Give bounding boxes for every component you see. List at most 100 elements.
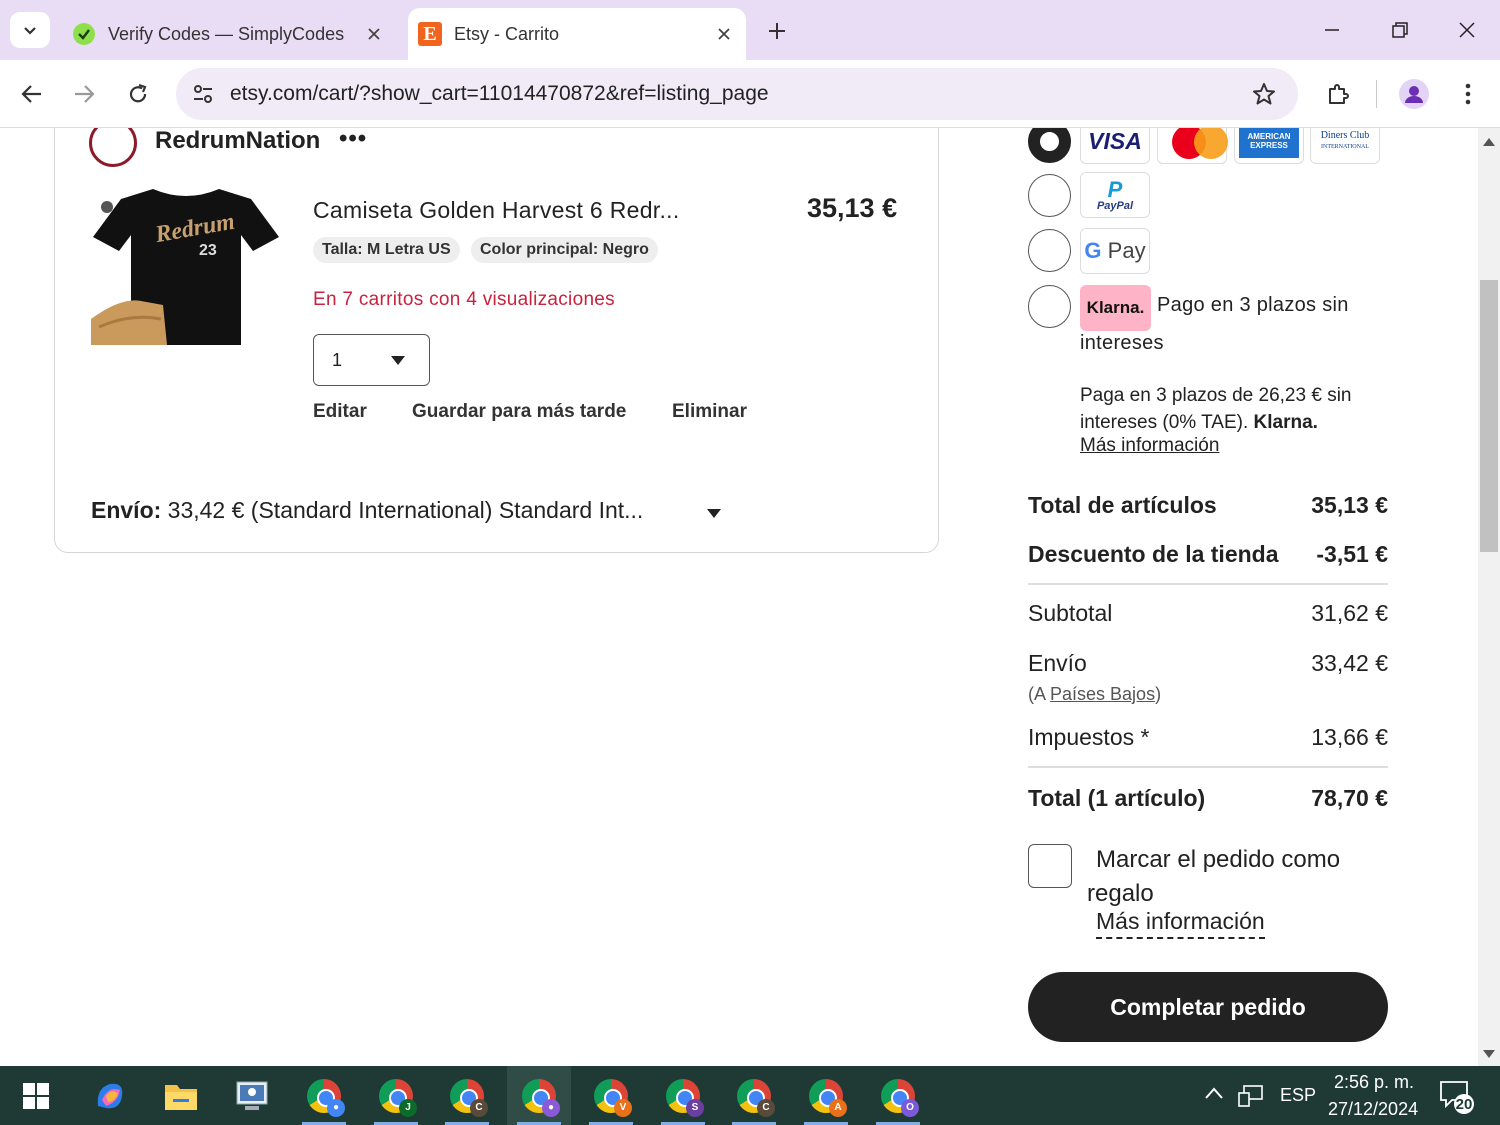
klarna-more-info-link[interactable]: Más información bbox=[1080, 435, 1219, 457]
destination-country-link[interactable]: Países Bajos bbox=[1050, 684, 1155, 704]
kebab-menu-icon bbox=[1465, 83, 1471, 105]
folder-icon bbox=[165, 1084, 197, 1110]
network-icon[interactable] bbox=[1238, 1084, 1264, 1113]
close-icon[interactable] bbox=[710, 20, 738, 48]
tab-simplycodes[interactable]: Verify Codes — SimplyCodes bbox=[60, 8, 396, 60]
items-total-value: 35,13 € bbox=[1311, 492, 1388, 518]
profile-avatar-icon bbox=[1399, 79, 1429, 109]
caret-down-icon[interactable] bbox=[707, 509, 721, 518]
site-settings-icon[interactable] bbox=[180, 71, 226, 117]
subtotal-row: Subtotal 31,62 € bbox=[1028, 600, 1388, 626]
variation-chip-color: Color principal: Negro bbox=[471, 237, 658, 263]
chrome-window-1[interactable]: ● bbox=[292, 1066, 356, 1125]
start-button[interactable] bbox=[4, 1066, 68, 1125]
url-text[interactable]: etsy.com/cart/?show_cart=11014470872&ref… bbox=[230, 82, 1244, 106]
chrome-icon: ● bbox=[307, 1078, 345, 1117]
chrome-window-6[interactable]: S bbox=[651, 1066, 715, 1125]
notification-center-button[interactable]: 20 bbox=[1438, 1078, 1474, 1114]
klarna-description: Paga en 3 plazos de 26,23 € sin interese… bbox=[1080, 385, 1352, 433]
close-icon[interactable] bbox=[360, 20, 388, 48]
scroll-up-arrow-icon[interactable] bbox=[1483, 138, 1495, 146]
chrome-window-5[interactable]: V bbox=[579, 1066, 643, 1125]
save-for-later-link[interactable]: Guardar para más tarde bbox=[412, 401, 626, 423]
scrollbar-thumb[interactable] bbox=[1480, 280, 1498, 552]
product-image[interactable]: Redrum 23 bbox=[91, 189, 281, 345]
windows-taskbar: ● J C ● V S C A O ESP 2:56 p. m. 27/12/2… bbox=[0, 1066, 1500, 1125]
show-hidden-icons-button[interactable] bbox=[1204, 1086, 1224, 1105]
chevron-down-icon bbox=[24, 27, 36, 35]
tab-title: Verify Codes — SimplyCodes bbox=[108, 23, 345, 44]
chrome-window-3[interactable]: C bbox=[435, 1066, 499, 1125]
complete-order-button[interactable]: Completar pedido bbox=[1028, 972, 1388, 1042]
file-explorer-button[interactable] bbox=[149, 1066, 213, 1125]
order-total-value: 78,70 € bbox=[1311, 785, 1388, 811]
gift-more-info-link[interactable]: Más información bbox=[1096, 908, 1265, 939]
amex-icon: AMERICAN EXPRESS bbox=[1239, 128, 1299, 158]
close-icon bbox=[1459, 22, 1475, 38]
quantity-value: 1 bbox=[332, 349, 343, 370]
language-indicator[interactable]: ESP bbox=[1280, 1085, 1316, 1106]
forward-button[interactable] bbox=[64, 74, 104, 114]
klarna-option-title[interactable]: Pago en 3 plazos sin bbox=[1157, 294, 1349, 317]
summary-divider bbox=[1028, 583, 1388, 585]
copilot-button[interactable] bbox=[78, 1066, 142, 1125]
chrome-window-active[interactable]: ● bbox=[507, 1066, 571, 1125]
puzzle-icon bbox=[1329, 84, 1349, 104]
chrome-window-2[interactable]: J bbox=[364, 1066, 428, 1125]
chrome-icon: C bbox=[737, 1078, 775, 1117]
etsy-cart-page: RedrumNation ••• Redrum 23 Camiseta Gold… bbox=[0, 128, 1478, 1066]
chrome-window-8[interactable]: A bbox=[794, 1066, 858, 1125]
chrome-icon: C bbox=[450, 1078, 488, 1117]
item-title[interactable]: Camiseta Golden Harvest 6 Redr... bbox=[313, 197, 680, 224]
chrome-window-7[interactable]: C bbox=[722, 1066, 786, 1125]
radio-klarna[interactable] bbox=[1028, 285, 1071, 328]
clock-time[interactable]: 2:56 p. m. bbox=[1334, 1072, 1414, 1093]
remove-link[interactable]: Eliminar bbox=[672, 401, 747, 423]
chrome-icon: J bbox=[379, 1078, 417, 1117]
plus-icon bbox=[769, 23, 785, 39]
page-scrollbar[interactable] bbox=[1478, 128, 1500, 1066]
shop-more-options[interactable]: ••• bbox=[339, 128, 367, 153]
back-button[interactable] bbox=[12, 74, 52, 114]
new-tab-button[interactable] bbox=[762, 16, 792, 46]
radio-card-payment[interactable] bbox=[1028, 128, 1071, 163]
quantity-select[interactable]: 1 bbox=[313, 334, 430, 386]
shipping-destination: (A Países Bajos) bbox=[1028, 684, 1162, 704]
radio-google-pay[interactable] bbox=[1028, 229, 1071, 272]
shop-discount-row: Descuento de la tienda -3,51 € bbox=[1028, 541, 1388, 567]
klarna-logo: Klarna. bbox=[1080, 285, 1151, 331]
simplycodes-icon bbox=[72, 22, 96, 46]
gift-checkbox-label[interactable]: Marcar el pedido como regalo bbox=[1087, 843, 1387, 911]
chrome-window-9[interactable]: O bbox=[866, 1066, 930, 1125]
diners-club-logo: Diners Club INTERNATIONAL bbox=[1310, 128, 1380, 164]
reload-button[interactable] bbox=[118, 74, 158, 114]
edit-link[interactable]: Editar bbox=[313, 401, 367, 423]
shipping-value: 33,42 € (Standard International) Standar… bbox=[167, 497, 644, 523]
address-bar[interactable]: etsy.com/cart/?show_cart=11014470872&ref… bbox=[176, 68, 1298, 120]
shipping-option-select[interactable]: Envío: 33,42 € (Standard International) … bbox=[91, 497, 643, 524]
bookmark-star-icon[interactable] bbox=[1244, 74, 1284, 114]
tab-etsy-cart[interactable]: E Etsy - Carrito bbox=[408, 8, 746, 60]
taxes-value: 13,66 € bbox=[1311, 724, 1388, 750]
scroll-down-arrow-icon[interactable] bbox=[1483, 1050, 1495, 1058]
shop-logo[interactable] bbox=[89, 128, 137, 167]
gift-checkbox[interactable] bbox=[1028, 844, 1072, 888]
amex-logo: AMERICAN EXPRESS bbox=[1234, 128, 1304, 164]
paypal-logo: P PayPal bbox=[1080, 172, 1150, 218]
minimize-button[interactable] bbox=[1312, 12, 1352, 48]
shop-name[interactable]: RedrumNation bbox=[155, 128, 320, 155]
radio-paypal[interactable] bbox=[1028, 174, 1071, 217]
reload-icon bbox=[129, 83, 147, 103]
extensions-button[interactable] bbox=[1318, 74, 1358, 114]
restore-button[interactable] bbox=[1380, 12, 1420, 48]
close-window-button[interactable] bbox=[1447, 12, 1487, 48]
clock-date[interactable]: 27/12/2024 bbox=[1328, 1099, 1418, 1120]
tab-search-button[interactable] bbox=[10, 12, 50, 48]
windows-logo-icon bbox=[23, 1082, 49, 1109]
profile-button[interactable] bbox=[1394, 74, 1434, 114]
app-button[interactable] bbox=[220, 1066, 284, 1125]
google-pay-icon: G Pay bbox=[1084, 238, 1146, 263]
klarna-option-title-continued[interactable]: intereses bbox=[1080, 332, 1164, 355]
items-total-row: Total de artículos 35,13 € bbox=[1028, 492, 1388, 518]
browser-menu-button[interactable] bbox=[1448, 74, 1488, 114]
